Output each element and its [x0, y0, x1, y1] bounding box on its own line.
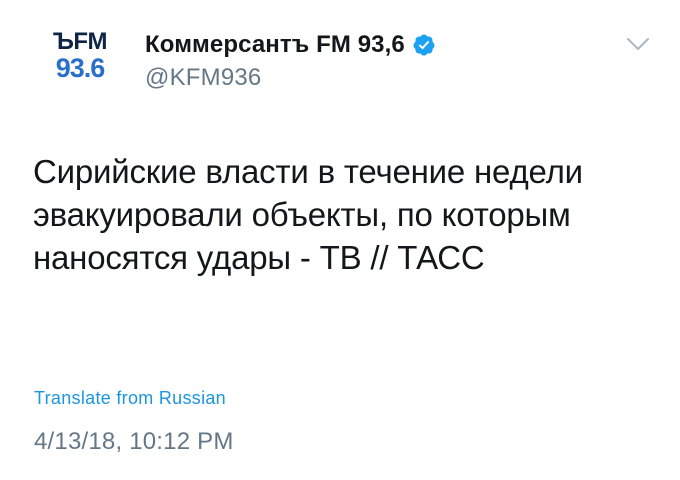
- tweet-text: Сирийские власти в течение недели эвакуи…: [33, 153, 583, 276]
- user-handle[interactable]: @KFM936: [145, 64, 620, 92]
- avatar-logo-line2: 93.6: [55, 53, 106, 83]
- tweet-header: Коммерсантъ FM 93,6 @KFM936: [145, 30, 620, 92]
- display-name[interactable]: Коммерсантъ FM 93,6: [145, 31, 405, 59]
- tweet-card: ЪFM 93.6 Коммерсантъ FM 93,6 @KFM936 Сир…: [0, 0, 680, 480]
- translate-link[interactable]: Translate from Russian: [34, 388, 226, 409]
- tweet-timestamp[interactable]: 4/13/18, 10:12 PM: [34, 428, 234, 456]
- avatar[interactable]: ЪFM 93.6: [44, 30, 116, 90]
- avatar-logo-line1: ЪFM: [52, 28, 108, 55]
- chevron-down-icon[interactable]: [626, 36, 650, 52]
- name-row: Коммерсантъ FM 93,6: [145, 30, 620, 60]
- verified-badge-icon: [413, 34, 435, 56]
